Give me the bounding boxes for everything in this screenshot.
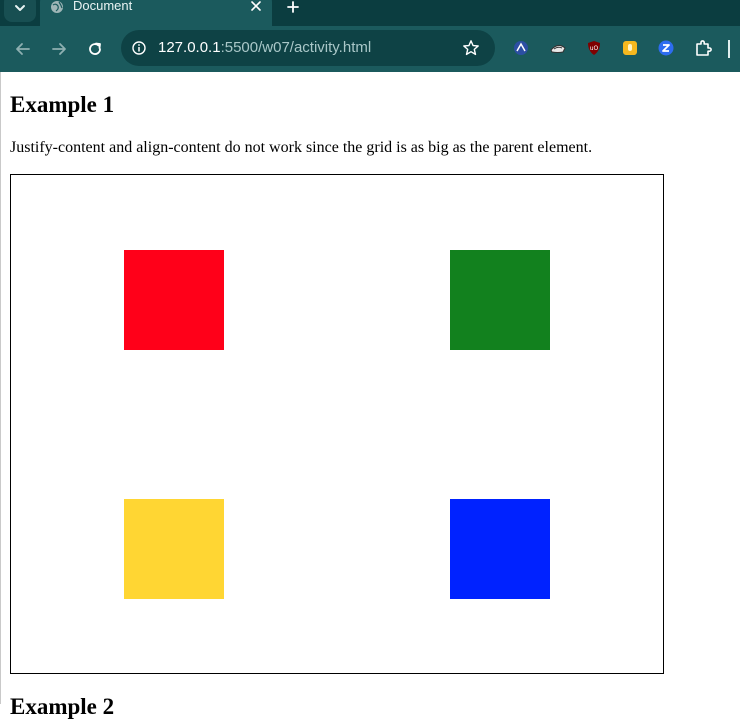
forward-button[interactable] — [49, 39, 69, 59]
grid-item-blue — [450, 498, 550, 599]
extension-hat-icon[interactable] — [549, 40, 567, 56]
info-icon[interactable] — [132, 41, 146, 55]
tab-title: Document — [73, 0, 133, 13]
browser-toolbar: 127.0.0.1:5500/w07/activity.html uO — [0, 26, 740, 72]
close-icon — [251, 1, 261, 11]
tab-search-button[interactable] — [4, 0, 36, 22]
arrow-left-icon — [16, 43, 30, 55]
arrow-right-icon — [52, 43, 66, 55]
globe-icon — [51, 1, 63, 13]
extension-blue-icon[interactable] — [513, 40, 529, 56]
grid-item-red — [124, 249, 224, 350]
page-content: Example 1 Justify-content and align-cont… — [0, 72, 740, 719]
grid-item-green — [450, 249, 550, 350]
reload-button[interactable] — [85, 39, 105, 59]
tab-close-button[interactable] — [248, 0, 264, 14]
extension-z-icon[interactable] — [658, 40, 674, 56]
address-bar[interactable]: 127.0.0.1:5500/w07/activity.html — [121, 30, 495, 66]
toolbar-divider — [728, 40, 730, 58]
new-tab-button[interactable] — [283, 0, 303, 17]
url-path: :5500/w07/activity.html — [220, 39, 372, 56]
ublock-icon[interactable]: uO — [586, 40, 602, 56]
grid-item-yellow — [124, 498, 224, 599]
page-heading: Example 1 — [10, 92, 115, 117]
tab-bar: Document — [0, 0, 740, 26]
tab-document[interactable]: Document — [40, 0, 272, 26]
puzzle-icon[interactable] — [694, 39, 712, 57]
plus-icon — [287, 1, 299, 13]
description-text: Justify-content and align-content do not… — [10, 139, 593, 156]
star-icon[interactable] — [462, 39, 480, 57]
grid-container — [10, 174, 664, 674]
url-host: 127.0.0.1 — [158, 39, 221, 56]
reload-icon — [89, 42, 101, 55]
svg-text:uO: uO — [590, 45, 599, 52]
extension-yellow-icon[interactable] — [622, 40, 638, 56]
url-text[interactable]: 127.0.0.1:5500/w07/activity.html — [158, 39, 371, 56]
chevron-down-icon — [15, 5, 25, 11]
next-heading: Example 2 — [10, 694, 115, 719]
back-button[interactable] — [13, 39, 33, 59]
